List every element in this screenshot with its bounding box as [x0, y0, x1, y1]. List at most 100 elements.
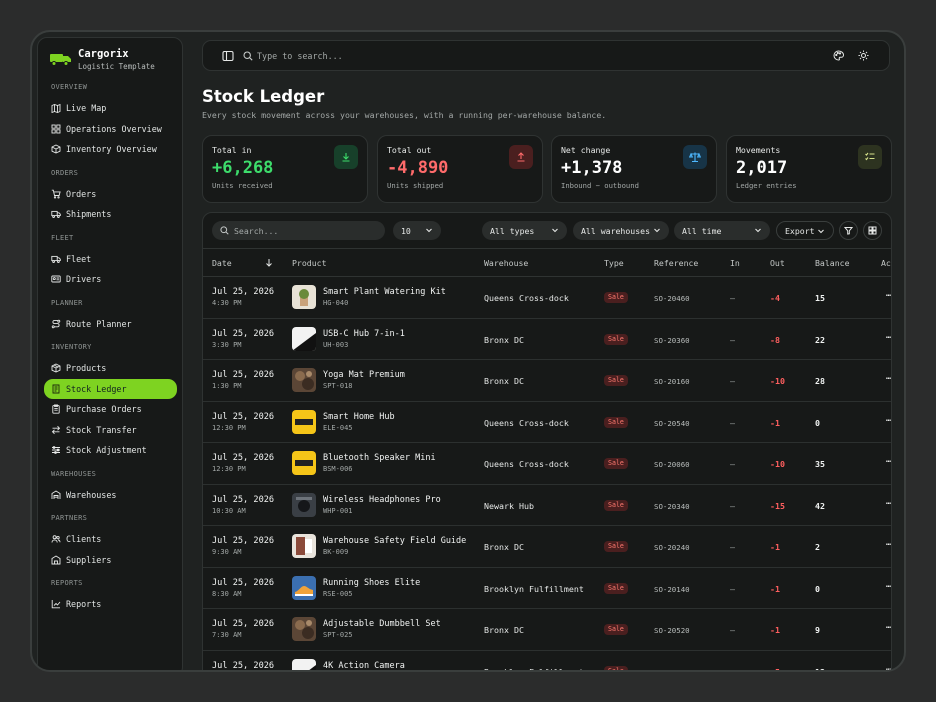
table-row[interactable]: Jul 25, 2026 12:30 PM Smart Home Hub ELE… — [203, 402, 891, 443]
table-row[interactable]: Jul 25, 2026 1:30 PM Yoga Mat Premium SP… — [203, 360, 891, 402]
table-row[interactable]: Jul 25, 2026 10:30 AM Wireless Headphone… — [203, 485, 891, 526]
sidebar-item-operations-overview[interactable]: Operations Overview — [44, 119, 177, 140]
chevron-down-icon — [818, 229, 824, 234]
row-date: Jul 25, 2026 — [212, 453, 275, 463]
row-date: Jul 25, 2026 — [212, 328, 275, 339]
sidebar-item-stock-ledger[interactable]: Stock Ledger — [44, 378, 177, 399]
sidebar-item-orders[interactable]: Orders — [44, 184, 177, 205]
row-actions-menu-icon[interactable]: ⋯ — [886, 539, 891, 549]
sidebar-item-purchase-orders[interactable]: Purchase Orders — [44, 399, 177, 420]
sidebar-item-stock-transfer[interactable]: Stock Transfer — [44, 420, 177, 441]
stats-row: Total in +6,268 Units received Total out… — [202, 135, 892, 203]
grid-icon — [868, 226, 877, 235]
row-actions-menu-icon[interactable]: ⋯ — [886, 332, 891, 342]
row-product-name[interactable]: Smart Home Hub — [323, 412, 395, 422]
row-out: -15 — [770, 500, 785, 511]
row-actions-menu-icon[interactable]: ⋯ — [886, 581, 891, 591]
table-row[interactable]: Jul 25, 2026 8:30 AM Running Shoes Elite… — [203, 568, 891, 609]
row-time: 7:30 AM — [212, 631, 242, 639]
row-product-name[interactable]: Smart Plant Watering Kit — [323, 287, 446, 297]
filter-button[interactable] — [839, 221, 858, 240]
sidebar-item-reports[interactable]: Reports — [44, 594, 177, 615]
product-thumbnail — [292, 658, 316, 670]
table-row[interactable]: Jul 25, 2026 4:30 PM Smart Plant Waterin… — [203, 277, 891, 319]
palette-icon[interactable] — [833, 50, 844, 61]
table-row[interactable]: Jul 25, 2026 9:30 AM Warehouse Safety Fi… — [203, 526, 891, 568]
brand[interactable]: Cargorix Logistic Template — [38, 38, 182, 80]
warehouse-filter-select[interactable]: All warehouses — [573, 221, 669, 240]
time-filter-select[interactable]: All time — [674, 221, 770, 240]
column-header-date[interactable]: Date — [212, 258, 232, 268]
column-header-type[interactable]: Type — [604, 258, 624, 268]
sidebar-item-route-planner[interactable]: Route Planner — [44, 314, 177, 335]
row-product-name[interactable]: Warehouse Safety Field Guide — [323, 536, 466, 546]
row-actions-menu-icon[interactable]: ⋯ — [886, 290, 891, 300]
type-filter-select[interactable]: All types — [482, 221, 567, 240]
type-filter-value: All types — [490, 225, 535, 236]
columns-button[interactable] — [863, 221, 882, 240]
row-sku: ELE-045 — [323, 423, 353, 432]
row-type-badge: Sale — [604, 582, 628, 594]
column-header-warehouse[interactable]: Warehouse — [484, 258, 528, 268]
sun-icon[interactable] — [858, 50, 869, 61]
supplier-icon — [51, 555, 61, 565]
row-sku: BK-009 — [323, 548, 349, 556]
table-search-input[interactable]: Search... — [212, 221, 385, 240]
row-product-name[interactable]: Bluetooth Speaker Mini — [323, 453, 436, 463]
sidebar-item-products[interactable]: Products — [44, 358, 177, 379]
table-row[interactable]: Jul 25, 2026 4K Action Camera Brooklyn F… — [203, 651, 891, 671]
sort-desc-icon[interactable] — [265, 258, 273, 267]
nav-section-planner: PLANNER — [51, 298, 83, 307]
row-actions-menu-icon[interactable]: ⋯ — [886, 622, 891, 632]
sidebar-item-label: Warehouses — [66, 489, 117, 500]
row-actions-menu-icon[interactable]: ⋯ — [886, 664, 891, 671]
nav-section-fleet: FLEET — [51, 233, 74, 242]
sidebar-item-shipments[interactable]: Shipments — [44, 204, 177, 225]
row-product-name[interactable]: 4K Action Camera — [323, 661, 405, 671]
row-type-badge: Sale — [604, 292, 628, 303]
row-actions-menu-icon[interactable]: ⋯ — [886, 456, 891, 466]
sidebar-item-drivers[interactable]: Drivers — [44, 269, 177, 290]
row-sku: SPT-025 — [323, 631, 353, 639]
page-size-select[interactable]: 10 — [393, 221, 441, 240]
row-time: 4:30 PM — [212, 299, 242, 307]
sidebar-item-fleet[interactable]: Fleet — [44, 249, 177, 270]
row-product-name[interactable]: Yoga Mat Premium — [323, 370, 405, 380]
table-row[interactable]: Jul 25, 2026 12:30 PM Bluetooth Speaker … — [203, 443, 891, 485]
row-actions-menu-icon[interactable]: ⋯ — [886, 498, 891, 508]
row-actions-menu-icon[interactable]: ⋯ — [886, 415, 891, 425]
column-header-reference[interactable]: Reference — [654, 258, 698, 268]
column-header-out[interactable]: Out — [770, 258, 785, 268]
row-actions-menu-icon[interactable]: ⋯ — [886, 373, 891, 383]
sidebar-item-live-map[interactable]: Live Map — [44, 98, 177, 119]
row-date: Jul 25, 2026 — [212, 577, 275, 588]
row-time: 1:30 PM — [212, 382, 242, 390]
table-row[interactable]: Jul 25, 2026 7:30 AM Adjustable Dumbbell… — [203, 609, 891, 651]
global-search-input[interactable]: Type to search... — [257, 51, 343, 61]
column-header-in[interactable]: In — [730, 258, 740, 268]
sidebar-item-stock-adjustment[interactable]: Stock Adjustment — [44, 440, 177, 461]
nav-section-reports: REPORTS — [51, 579, 83, 587]
nav-section-partners: PARTNERS — [51, 514, 88, 522]
row-product-name[interactable]: Wireless Headphones Pro — [323, 495, 441, 505]
row-warehouse: Newark Hub — [484, 500, 534, 511]
sidebar-item-inventory-overview[interactable]: Inventory Overview — [44, 139, 177, 160]
sidebar-item-suppliers[interactable]: Suppliers — [44, 550, 177, 571]
row-balance: 35 — [815, 459, 825, 469]
sidebar-item-label: Inventory Overview — [66, 144, 157, 155]
column-header-balance[interactable]: Balance — [815, 258, 850, 268]
export-button[interactable]: Export — [776, 221, 834, 240]
users-icon — [51, 534, 61, 544]
column-header-product[interactable]: Product — [292, 258, 327, 268]
row-product-name[interactable]: USB-C Hub 7-in-1 — [323, 329, 405, 339]
sidebar-item-label: Fleet — [66, 253, 92, 264]
row-product-name[interactable]: Adjustable Dumbbell Set — [323, 619, 441, 629]
table-row[interactable]: Jul 25, 2026 3:30 PM USB-C Hub 7-in-1 UH… — [203, 319, 891, 360]
row-warehouse: Bronx DC — [484, 334, 524, 345]
row-product-name[interactable]: Running Shoes Elite — [323, 578, 420, 588]
sidebar-item-warehouses[interactable]: Warehouses — [44, 485, 177, 506]
sidebar-toggle-icon[interactable] — [222, 50, 234, 62]
sidebar-item-clients[interactable]: Clients — [44, 529, 177, 550]
chevron-down-icon — [654, 228, 660, 233]
stat-card-total-out: Total out -4,890 Units shipped — [377, 135, 543, 203]
